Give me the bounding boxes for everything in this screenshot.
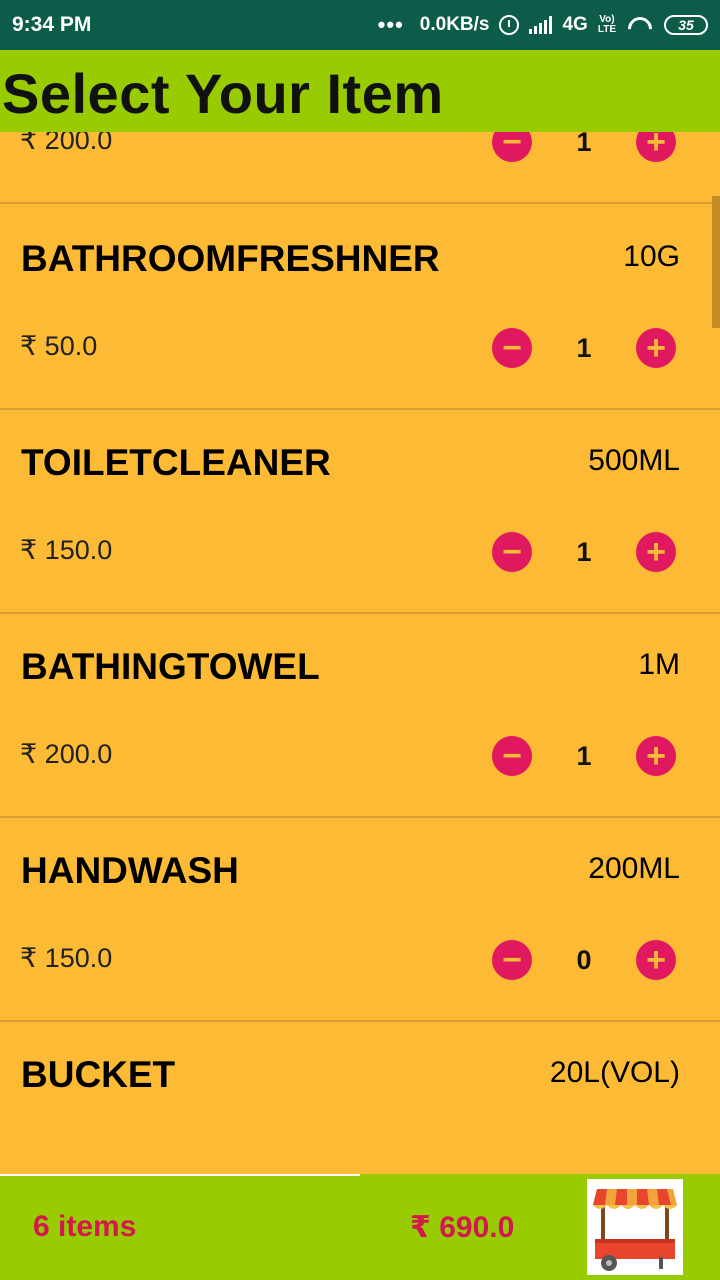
item-size: 10G — [623, 240, 680, 273]
decrement-button[interactable]: − — [492, 532, 532, 572]
scrollbar-thumb[interactable] — [712, 196, 720, 328]
list-item: BATHINGTOWEL 1M ₹ 200.0 − 1 + — [0, 614, 720, 818]
status-time: 9:34 PM — [12, 13, 92, 36]
network-speed: 0.0KB/s — [419, 14, 490, 35]
item-size: 200ML — [588, 852, 680, 885]
list-item: ₹ 200.0 − 1 + — [0, 132, 720, 204]
item-price: ₹ 150.0 — [20, 943, 113, 973]
list-item: TOILETCLEANER 500ML ₹ 150.0 − 1 + — [0, 410, 720, 614]
item-quantity: 1 — [576, 537, 592, 567]
wifi-icon — [626, 15, 654, 35]
battery-level: 35 — [678, 17, 694, 33]
list-item: BATHROOMFRESHNER 10G ₹ 50.0 − 1 + — [0, 206, 720, 410]
battery-icon: 35 — [664, 15, 708, 35]
item-price: ₹ 200.0 — [20, 739, 113, 769]
network-type: 4G — [562, 14, 588, 35]
item-name: TOILETCLEANER — [21, 442, 331, 483]
volte-icon: Vo) LTE — [598, 15, 616, 35]
status-icons: ••• 0.0KB/s 4G Vo) LTE 35 — [378, 12, 708, 38]
divider — [0, 1174, 360, 1176]
cart-total: ₹ 690.0 — [410, 1211, 515, 1244]
increment-button[interactable]: + — [636, 940, 676, 980]
list-item: BUCKET 20L(VOL) — [0, 1022, 720, 1174]
decrement-button[interactable]: − — [492, 940, 532, 980]
item-name: HANDWASH — [21, 850, 239, 891]
increment-button[interactable]: + — [636, 132, 676, 162]
decrement-button[interactable]: − — [492, 736, 532, 776]
more-notifications-icon: ••• — [377, 12, 404, 37]
increment-button[interactable]: + — [636, 736, 676, 776]
increment-button[interactable]: + — [636, 328, 676, 368]
cart-summary-bar: 6 items ₹ 690.0 — [0, 1174, 720, 1280]
item-size: 500ML — [588, 444, 680, 477]
decrement-button[interactable]: − — [492, 328, 532, 368]
alarm-icon — [499, 15, 520, 35]
list-item: HANDWASH 200ML ₹ 150.0 − 0 + — [0, 818, 720, 1022]
item-count: 6 items — [33, 1210, 137, 1243]
item-price: ₹ 200.0 — [20, 132, 113, 155]
signal-icon — [529, 16, 553, 34]
item-size: 20L(VOL) — [549, 1056, 680, 1089]
item-quantity: 0 — [576, 945, 592, 975]
increment-button[interactable]: + — [636, 532, 676, 572]
item-list[interactable]: ₹ 200.0 − 1 + BATHROOMFRESHNER 10G ₹ 50.… — [0, 132, 720, 1174]
status-bar: 9:34 PM ••• 0.0KB/s 4G Vo) LTE 35 — [0, 0, 720, 50]
item-quantity: 1 — [576, 741, 592, 771]
item-price: ₹ 150.0 — [20, 535, 113, 565]
item-price: ₹ 50.0 — [20, 331, 98, 361]
item-size: 1M — [638, 648, 680, 681]
item-name: BUCKET — [21, 1054, 176, 1095]
title-bar: Select Your Item — [0, 50, 720, 132]
item-name: BATHINGTOWEL — [21, 646, 320, 687]
item-quantity: 1 — [576, 333, 592, 363]
item-name: BATHROOMFRESHNER — [21, 238, 440, 279]
item-quantity: 1 — [576, 132, 592, 157]
cart-stall-icon[interactable] — [587, 1179, 683, 1275]
page-title: Select Your Item — [2, 62, 444, 125]
decrement-button[interactable]: − — [492, 132, 532, 162]
volte-bottom: LTE — [597, 24, 616, 35]
